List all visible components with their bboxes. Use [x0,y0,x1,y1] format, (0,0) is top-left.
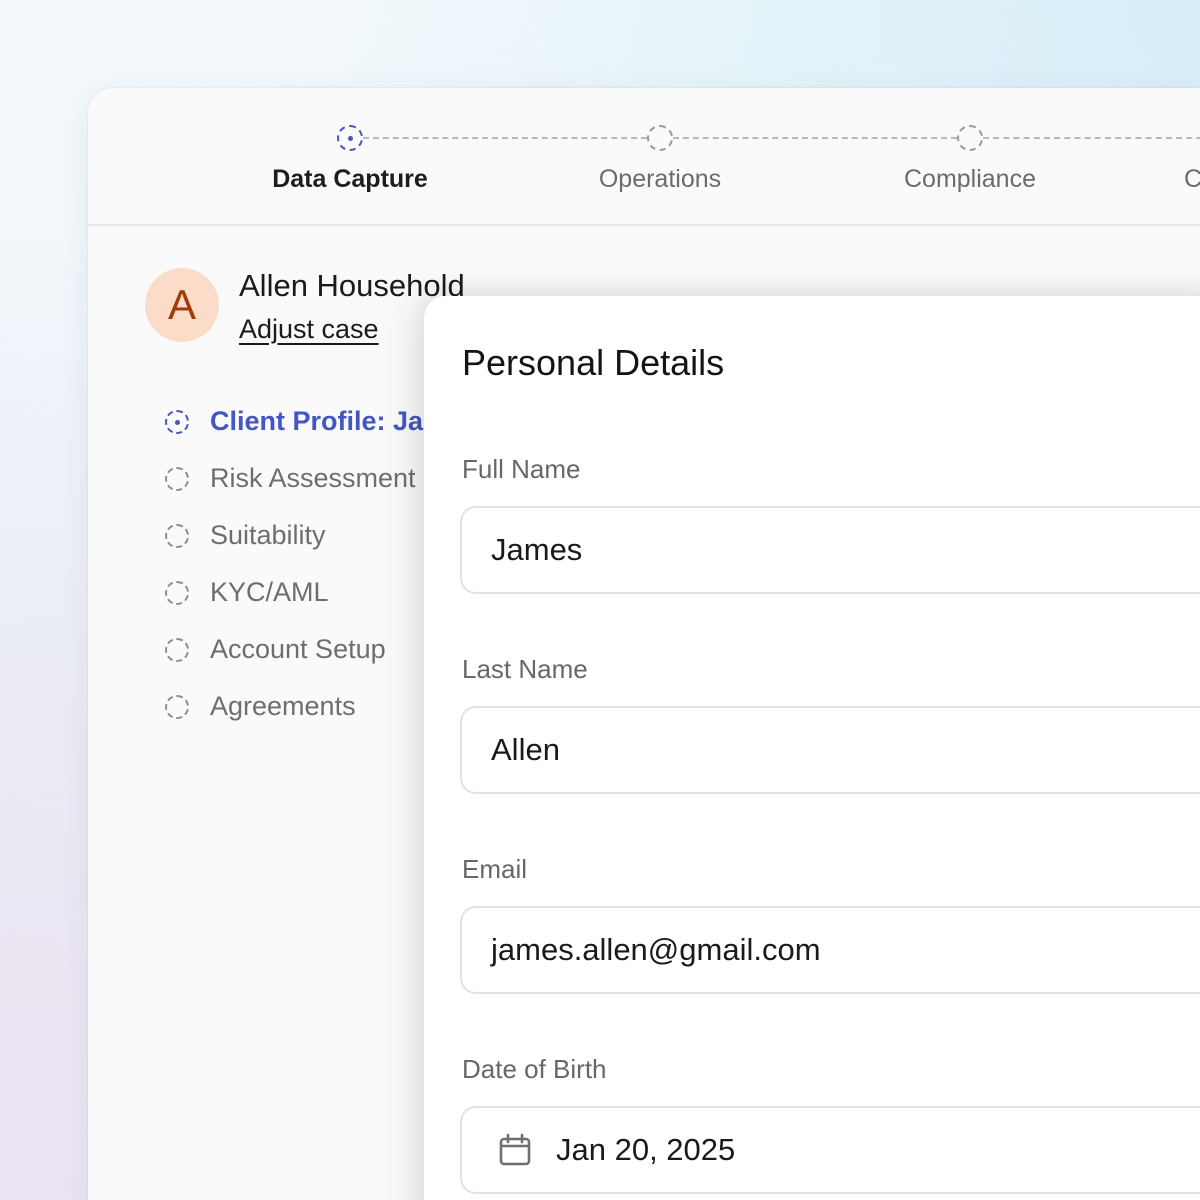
step-pending-icon [165,695,189,719]
full-name-value[interactable]: James [491,532,582,568]
step-connector [983,137,1200,139]
step-operations-icon [647,125,673,151]
step-pending-icon [165,524,189,548]
email-field[interactable]: james.allen@gmail.com [460,906,1200,994]
step-active-icon [165,410,189,434]
dob-label: Date of Birth [462,1054,607,1084]
progress-stepper: Data Capture Operations Compliance C [88,88,1200,226]
dob-value[interactable]: Jan 20, 2025 [556,1132,735,1168]
adjust-case-link[interactable]: Adjust case [239,314,379,345]
calendar-icon [499,1133,531,1166]
panel-title: Personal Details [462,342,725,383]
email-label: Email [462,854,528,884]
household-name: Allen Household [239,268,465,303]
step-compliance[interactable]: Compliance [840,165,1100,194]
step-pending-icon [165,467,189,491]
step-pending-icon [165,638,189,662]
avatar: A [145,268,219,342]
nav-item-label: Risk Assessment [210,463,416,493]
last-name-field[interactable]: Allen [460,706,1200,794]
last-name-label: Last Name [462,654,588,684]
nav-item-label: Account Setup [210,634,386,664]
step-next[interactable]: C [1184,165,1200,194]
step-data-capture-icon [337,125,363,151]
nav-item-label: Agreements [210,691,356,721]
full-name-field[interactable]: James [460,506,1200,594]
email-value[interactable]: james.allen@gmail.com [491,932,821,968]
nav-item-label: Suitability [210,520,326,550]
nav-item-label: KYC/AML [210,577,329,607]
personal-details-panel: Personal Details Full Name James Last Na… [424,296,1200,1200]
nav-item-label: Client Profile: Ja [210,406,424,436]
step-compliance-icon [957,125,983,151]
full-name-label: Full Name [462,454,581,484]
step-connector [673,137,957,139]
last-name-value[interactable]: Allen [491,732,560,768]
dob-field[interactable]: Jan 20, 2025 [460,1106,1200,1194]
step-data-capture[interactable]: Data Capture [220,165,480,194]
step-pending-icon [165,581,189,605]
step-connector [363,137,647,139]
step-operations[interactable]: Operations [530,165,790,194]
